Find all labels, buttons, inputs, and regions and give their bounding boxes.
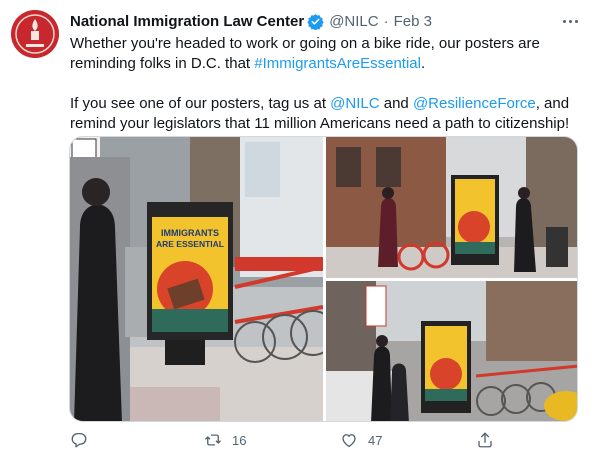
like-button[interactable]: 47 xyxy=(340,431,476,449)
photo-street-poster-left[interactable]: IMMIGRANTS ARE ESSENTIAL xyxy=(70,137,323,421)
mention-link-nilc[interactable]: @NILC xyxy=(330,95,379,112)
hashtag-link[interactable]: #ImmigrantsAreEssential xyxy=(254,55,421,72)
share-button[interactable] xyxy=(476,431,504,449)
photo-street-poster-bottom-right[interactable] xyxy=(326,281,577,421)
author-handle[interactable]: @NILC xyxy=(329,13,378,30)
poster-headline-1: IMMIGRANTS xyxy=(161,228,219,238)
like-count: 47 xyxy=(368,432,383,448)
heart-icon xyxy=(342,434,356,448)
verified-badge-icon xyxy=(307,13,324,30)
mention-link-resilienceforce[interactable]: @ResilienceForce xyxy=(413,95,536,112)
reply-icon xyxy=(71,432,87,448)
tweet-header: National Immigration Law Center @NILC · … xyxy=(70,10,556,32)
tweet-date[interactable]: Feb 3 xyxy=(394,13,432,30)
more-dots-icon[interactable] xyxy=(558,12,582,30)
nilc-logo xyxy=(11,10,59,58)
tweet-paragraph-2: If you see one of our posters, tag us at… xyxy=(70,94,580,134)
text-segment: and xyxy=(379,95,413,112)
author-name[interactable]: National Immigration Law Center xyxy=(70,13,304,30)
retweet-icon xyxy=(205,434,221,446)
text-segment: . xyxy=(420,55,426,72)
retweet-button[interactable]: 16 xyxy=(204,431,340,449)
tweet-paragraph-1: Whether you're headed to work or going o… xyxy=(70,34,580,74)
separator-dot: · xyxy=(383,12,389,30)
reply-button[interactable] xyxy=(70,431,204,449)
poster-headline-2: ARE ESSENTIAL xyxy=(156,239,224,249)
author-avatar[interactable] xyxy=(11,10,59,58)
photo-street-poster-top-right[interactable] xyxy=(326,137,577,278)
tweet-actions: 16 47 xyxy=(70,430,570,450)
media-grid: IMMIGRANTS ARE ESSENTIAL xyxy=(69,136,578,422)
text-segment: If you see one of our posters, tag us at xyxy=(70,95,331,112)
share-icon xyxy=(478,432,492,448)
retweet-count: 16 xyxy=(232,432,247,448)
tweet-text: Whether you're headed to work or going o… xyxy=(70,34,580,134)
